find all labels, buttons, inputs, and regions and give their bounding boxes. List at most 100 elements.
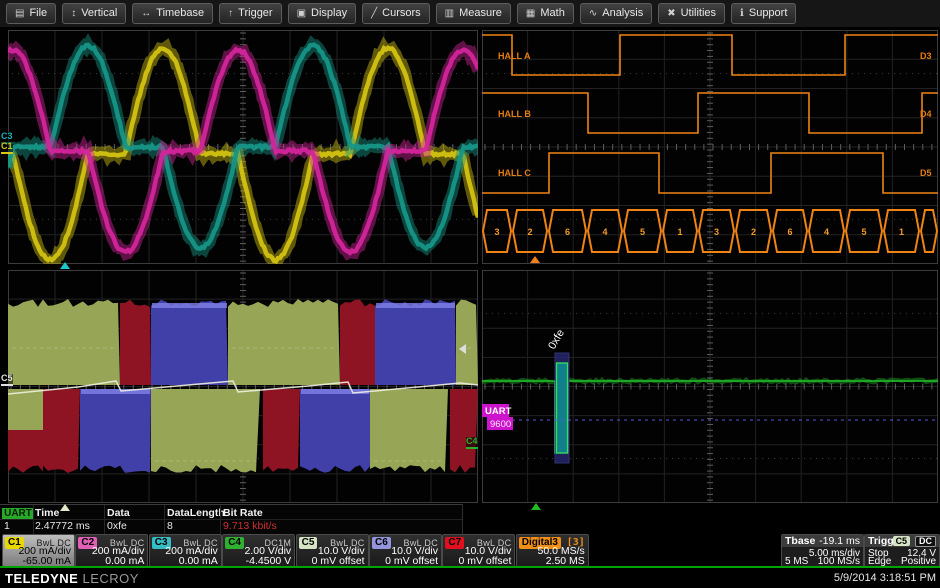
pwm-bottom-block	[151, 389, 260, 473]
channel-position-indicator-c4[interactable]: C4	[466, 437, 478, 449]
col-header-datalength: DataLength	[167, 507, 225, 519]
menu-measure-label: Measure	[459, 7, 502, 19]
uart-protocol-badge: UART	[2, 508, 34, 519]
trigger-time-marker-analog[interactable]	[60, 262, 70, 269]
bus-state-value: 2	[751, 227, 756, 237]
pwm-top-block	[120, 300, 151, 385]
channel-position-indicator-c1[interactable]: C1	[1, 142, 13, 154]
channel-position-indicator-c5[interactable]: C5	[1, 374, 13, 386]
pwm-top-block	[340, 300, 375, 385]
menu-support-button[interactable]: ℹSupport	[731, 3, 796, 24]
cell-time: 2.47772 ms	[35, 520, 90, 532]
channel-chip-c7: C7	[445, 537, 464, 549]
trigger-time-marker-pwm[interactable]	[60, 504, 70, 511]
menu-timebase-button[interactable]: ↔Timebase	[132, 3, 213, 24]
menu-cursors-button[interactable]: ╱Cursors	[362, 3, 430, 24]
menu-utilities-label: Utilities	[681, 7, 716, 19]
panel-pwm-phases[interactable]	[8, 270, 478, 503]
support-icon: ℹ	[740, 8, 744, 19]
pwm-bottom-block	[8, 389, 43, 432]
menu-math-label: Math	[540, 7, 564, 19]
panel-phase-currents[interactable]	[8, 30, 478, 264]
trigger-time-marker-uart[interactable]	[531, 503, 541, 510]
descriptor-c7[interactable]: C7BwL DC10.0 V/div0 mV offset	[442, 534, 515, 567]
bus-state-value: 2	[527, 227, 532, 237]
menu-bar: ▤File ↕ Vertical ↔Timebase ↑ Trigger ▣ Display ╱…	[0, 0, 940, 28]
menu-vertical-label: Vertical	[81, 7, 117, 19]
trigger-time-marker-digital[interactable]	[530, 256, 540, 263]
analysis-icon: ∿	[589, 8, 597, 19]
bus-state-value: 1	[677, 227, 682, 237]
digital-line-label: D3	[920, 51, 932, 61]
menu-file-button[interactable]: ▤File	[6, 3, 56, 24]
cell-bitrate: 9.713 kbit/s	[223, 520, 277, 532]
descriptor-digital3[interactable]: Digital3[3]50.0 MS/s2.50 MS	[516, 534, 589, 567]
descriptor-c6[interactable]: C6BwL DC10.0 V/div0 mV offset	[369, 534, 442, 567]
descriptor-c4[interactable]: C4DC1M2.00 V/div-4.4500 V	[222, 534, 295, 567]
signal-label: HALL A	[498, 51, 531, 61]
pwm-bottom-block	[43, 389, 80, 473]
trigger-coupling-chip: DC	[915, 536, 936, 547]
pwm-bottom-block	[450, 389, 478, 473]
descriptor-c2[interactable]: C2BwL DC200 mA/div0.00 mA	[75, 534, 148, 567]
trigger-descriptor[interactable]: Trigger C5 DC Stop 12.4 V Edge Positive	[864, 534, 940, 567]
menu-display-label: Display	[311, 7, 347, 19]
digital-line-label: D4	[920, 109, 932, 119]
menu-trigger-button[interactable]: ↑ Trigger	[219, 3, 281, 24]
pwm-top-block	[8, 299, 120, 385]
tbase-title: Tbase	[785, 535, 815, 548]
bus-state-value: 3	[714, 227, 719, 237]
menu-timebase-label: Timebase	[156, 7, 204, 19]
menu-display-button[interactable]: ▣ Display	[288, 3, 357, 24]
cell-data: 0xfe	[107, 520, 127, 532]
bus-state-segment	[921, 210, 937, 252]
col-header-bitrate: Bit Rate	[223, 507, 263, 519]
menu-analysis-button[interactable]: ∿ Analysis	[580, 3, 652, 24]
pwm-bottom-block	[300, 389, 370, 473]
channel-chip-c4: C4	[225, 537, 244, 549]
signal-label: HALL B	[498, 109, 531, 119]
clock: 5/9/2014 3:18:51 PM	[834, 572, 936, 584]
row-index: 1	[4, 520, 10, 532]
menu-utilities-button[interactable]: ✖ Utilities	[658, 3, 725, 24]
timebase-descriptor[interactable]: Tbase -19.1 ms 5.00 ms/div 5 MS 100 MS/s	[781, 534, 864, 567]
col-header-data: Data	[107, 507, 130, 519]
pwm-bottom-block	[80, 389, 151, 473]
descriptor-c3[interactable]: C3BwL DC200 mA/div0.00 mA	[149, 534, 222, 567]
bus-state-value: 6	[565, 227, 570, 237]
cell-datalength: 8	[167, 520, 173, 532]
decoded-byte-label: 0xfe	[546, 327, 567, 351]
channel-chip-c6: C6	[372, 537, 391, 549]
bus-state-value: 3	[494, 227, 499, 237]
panel-uart-serial[interactable]: 0xfe UART 9600	[482, 270, 938, 503]
svg-text:9600: 9600	[490, 419, 511, 430]
menu-analysis-label: Analysis	[602, 7, 643, 19]
trigger-source-chip: C5	[893, 536, 911, 546]
menu-trigger-label: Trigger	[238, 7, 272, 19]
utilities-icon: ✖	[667, 8, 675, 19]
digital-line-label: D5	[920, 168, 932, 178]
signal-label: HALL C	[498, 168, 531, 178]
oscilloscope-app: ▤File ↕ Vertical ↔Timebase ↑ Trigger ▣ Display ╱…	[0, 0, 940, 588]
pwm-bottom-block	[370, 389, 448, 472]
file-icon: ▤	[15, 8, 24, 19]
pwm-bottom-block	[263, 389, 300, 472]
descriptor-c1[interactable]: C1BwL DC200 mA/div-65.00 mA	[2, 534, 75, 567]
channel-chip-c5: C5	[299, 537, 318, 549]
bus-state-value: 5	[640, 227, 645, 237]
bus-state-value: 4	[602, 227, 607, 237]
menu-math-button[interactable]: ▦Math	[517, 3, 574, 24]
descriptor-c5[interactable]: C5BwL DC10.0 V/div0 mV offset	[296, 534, 369, 567]
menu-measure-button[interactable]: ▥Measure	[436, 3, 511, 24]
trigger-icon: ↑	[228, 8, 233, 19]
menu-vertical-button[interactable]: ↕ Vertical	[62, 3, 126, 24]
bus-state-value: 4	[824, 227, 829, 237]
brand-logo: TELEDYNE LECROY	[5, 571, 139, 586]
display-icon: ▣	[297, 8, 306, 19]
panel-hall-digital[interactable]: HALL AD3HALL BD4HALL CD5326451326451	[482, 30, 938, 264]
vertical-icon: ↕	[71, 8, 76, 19]
level-marker[interactable]	[459, 344, 466, 354]
bus-state-value: 6	[787, 227, 792, 237]
pwm-top-block	[456, 300, 478, 385]
svg-text:UART: UART	[485, 406, 512, 417]
